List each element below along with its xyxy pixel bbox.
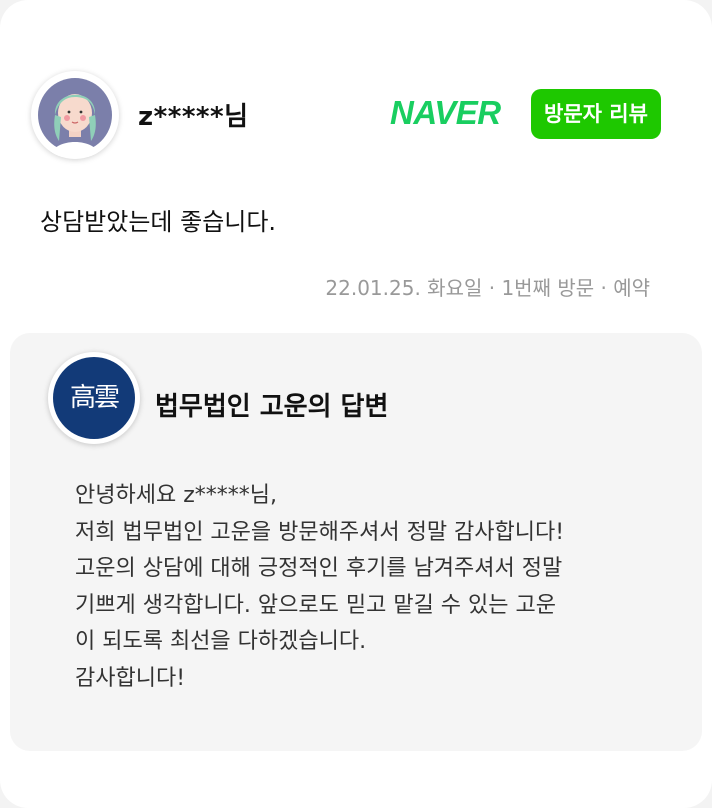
user-avatar xyxy=(31,71,119,159)
reviewer-name: z*****님 xyxy=(138,102,249,132)
visitor-review-badge: 방문자 리뷰 xyxy=(531,89,661,139)
reply-line: 저희 법무법인 고운을 방문해주셔서 정말 감사합니다! xyxy=(75,519,565,545)
reply-line: 안녕하세요 z*****님, xyxy=(75,483,277,508)
reply-line: 고운의 상담에 대해 긍정적인 후기를 남겨주셔서 정말 xyxy=(75,556,563,581)
naver-logo: NAVER xyxy=(390,94,501,131)
user-avatar-icon xyxy=(38,78,112,157)
law-firm-logo-icon: 高雲 xyxy=(53,357,135,439)
review-card: z*****님 NAVER 방문자 리뷰 상담받았는데 좋습니다. 22.01.… xyxy=(0,0,712,808)
owner-reply-title: 법무법인 고운의 답변 xyxy=(155,392,389,422)
reply-line: 기쁘게 생각합니다. 앞으로도 믿고 맡길 수 있는 고운 xyxy=(75,592,556,618)
owner-reply-text: 안녕하세요 z*****님, 저희 법무법인 고운을 방문해주셔서 정말 감사합… xyxy=(75,478,564,697)
review-text: 상담받았는데 좋습니다. xyxy=(40,208,277,236)
reply-line: 감사합니다! xyxy=(75,665,186,691)
review-meta: 22.01.25. 화요일 · 1번째 방문 · 예약 xyxy=(325,276,650,300)
reply-line: 이 되도록 최선을 다하겠습니다. xyxy=(75,629,367,654)
owner-logo: 高雲 xyxy=(48,352,140,444)
